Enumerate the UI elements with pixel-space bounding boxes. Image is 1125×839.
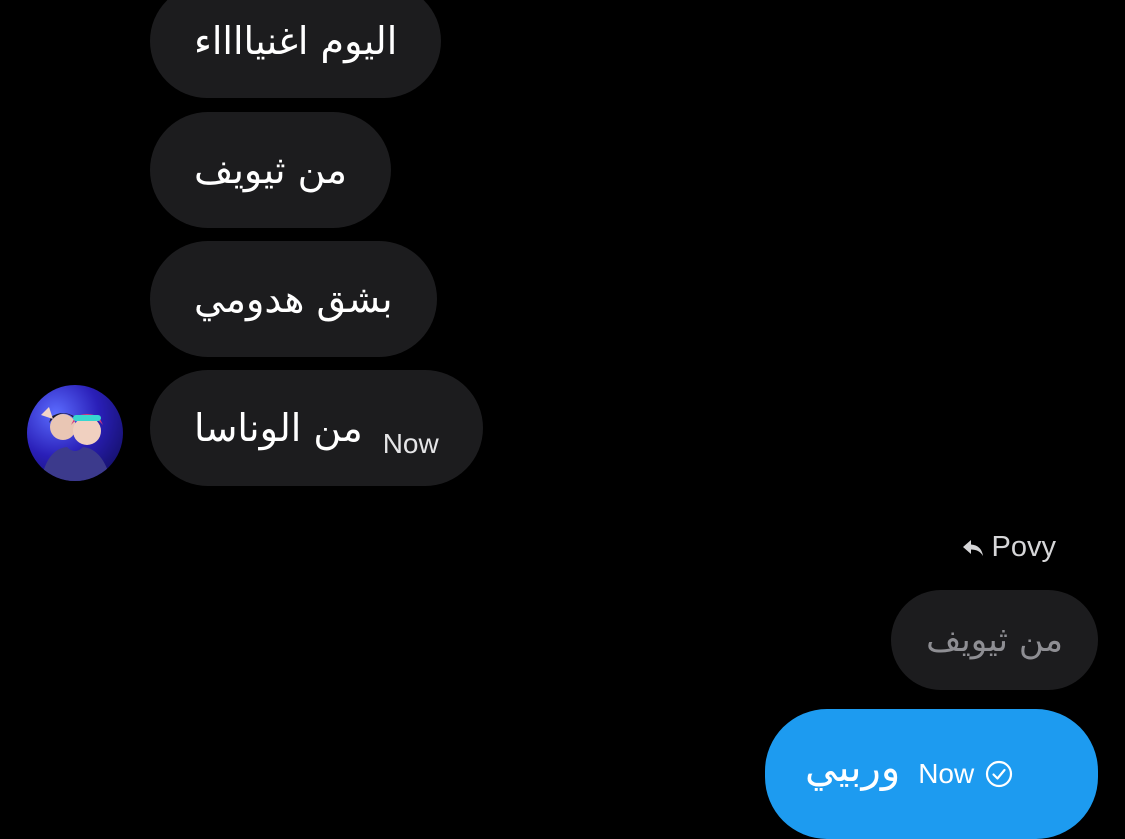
message-text: بشق هدومي bbox=[194, 277, 393, 321]
sent-message-text: وربيي bbox=[805, 745, 901, 791]
sender-avatar[interactable] bbox=[27, 385, 123, 481]
quoted-message-text: من ثيويف bbox=[926, 620, 1063, 660]
message-text: من ثيويف bbox=[194, 148, 347, 192]
message-bubble[interactable]: اليوم اغنيااااء bbox=[150, 0, 442, 98]
sent-message-timestamp: Now bbox=[918, 758, 975, 789]
reply-label-text: Povy bbox=[991, 531, 1056, 563]
sent-status-icon bbox=[984, 753, 1014, 799]
reply-arrow-icon bbox=[962, 539, 983, 556]
reply-indicator: Povy bbox=[962, 531, 1056, 564]
message-bubble[interactable]: من ثيويف bbox=[150, 112, 391, 228]
message-text: من الوناسا bbox=[194, 406, 363, 450]
quoted-message[interactable]: من ثيويف bbox=[891, 590, 1098, 690]
message-text: اليوم اغنيااااء bbox=[194, 19, 398, 63]
message-timestamp: Now bbox=[382, 428, 439, 459]
message-bubble[interactable]: من الوناسا Now bbox=[150, 370, 483, 486]
message-bubble[interactable]: بشق هدومي bbox=[150, 241, 437, 357]
sent-message-bubble[interactable]: وربيي Now bbox=[765, 709, 1098, 839]
